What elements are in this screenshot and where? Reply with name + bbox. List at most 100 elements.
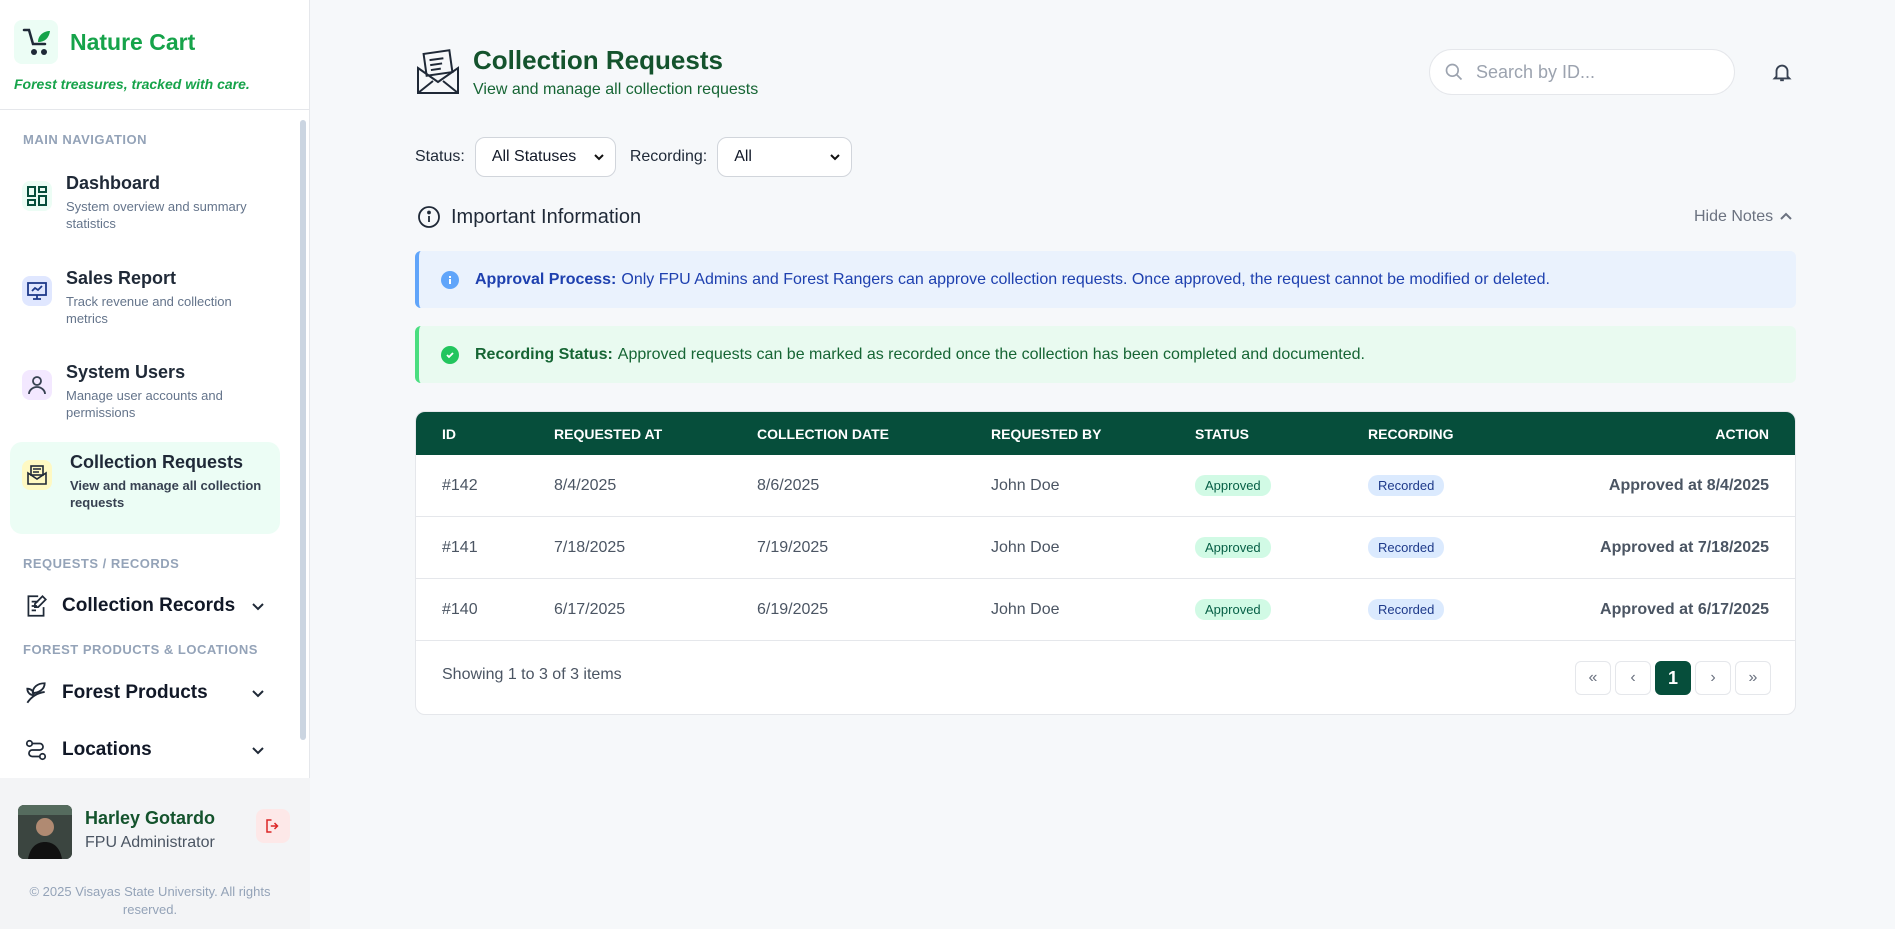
column-header-id: ID [442,425,456,442]
chevron-down-icon [830,154,840,161]
hide-notes-button[interactable]: Hide Notes [1694,208,1793,226]
sidebar-item-title: Dashboard [66,173,161,193]
column-header-action: ACTION [1715,425,1769,442]
status-badge: Approved [1195,599,1271,620]
avatar [18,805,72,859]
column-header-collection-date: COLLECTION DATE [757,425,889,442]
search-box[interactable] [1429,49,1735,95]
recording-filter-label: Recording: [629,148,708,165]
chevron-down-icon [248,596,268,616]
status-badge: Approved [1195,475,1271,496]
nav-scroll-area: MAIN NAVIGATION Dashboard System overvie… [0,120,300,775]
search-input[interactable] [1476,61,1706,83]
recording-select[interactable]: All [717,137,853,177]
requests-records-label: REQUESTS / RECORDS [23,556,180,571]
cell-collection-date: 6/19/2025 [757,600,829,618]
hide-notes-label: Hide Notes [1694,208,1774,225]
chevron-down-icon [594,154,604,161]
sidebar-group-forest-products[interactable]: Forest Products [10,673,280,713]
sidebar-item-dashboard[interactable]: Dashboard System overview and summary st… [10,163,280,242]
approval-note-label: Approval Process: [475,270,617,288]
page-button[interactable]: 1 [1655,661,1691,695]
check-circle-icon [441,345,459,364]
column-header-requested-at: REQUESTED AT [554,425,663,442]
recording-badge: Recorded [1368,475,1445,496]
prev-page-button[interactable]: ‹ [1615,661,1651,695]
sidebar-group-title: Forest Products [62,682,208,703]
cell-requested-at: 6/17/2025 [554,600,626,618]
envelope-icon [22,460,52,490]
table-row[interactable]: #140 6/17/2025 6/19/2025 John Doe Approv… [416,579,1795,641]
profile-role: FPU Administrator [85,834,215,851]
sidebar: Nature Cart Forest treasures, tracked wi… [0,0,310,929]
pagination: « ‹ 1 › » [1575,661,1771,695]
recording-note-label: Recording Status: [475,345,613,363]
copyright-text: © 2025 Visayas State University. All rig… [29,884,271,917]
column-header-recording: RECORDING [1368,425,1454,442]
table-footer: Showing 1 to 3 of 3 items « ‹ 1 › » [416,641,1795,714]
info-icon [441,270,459,289]
chevron-right-icon: › [1710,669,1716,686]
info-circle-icon [418,206,440,228]
envelope-letter-icon [415,48,461,96]
document-edit-icon [22,592,50,620]
sidebar-group-collection-records[interactable]: Collection Records [10,586,280,626]
cell-collection-date: 7/19/2025 [757,538,829,556]
page-subtitle: View and manage all collection requests [473,81,759,98]
route-map-icon [22,736,50,764]
cell-action: Approved at 6/17/2025 [1600,600,1769,618]
chevron-left-icon: ‹ [1630,669,1636,686]
important-info-header: Important Information [417,205,641,229]
bell-icon [1772,64,1792,82]
approval-note-text: Only FPU Admins and Forest Rangers can a… [621,270,1550,288]
sidebar-item-title: Collection Requests [70,452,244,472]
brand-tagline: Forest treasures, tracked with care. [14,76,250,92]
logout-icon [266,819,279,833]
chevron-down-icon [248,740,268,760]
sidebar-item-system-users[interactable]: System Users Manage user accounts and pe… [10,352,280,431]
brand: Nature Cart Forest treasures, tracked wi… [0,0,309,110]
notification-bell-button[interactable] [1768,58,1796,86]
scrollbar-thumb[interactable] [300,120,306,740]
requests-table: ID REQUESTED AT COLLECTION DATE REQUESTE… [415,411,1796,715]
search-icon [1445,63,1463,81]
cell-collection-date: 8/6/2025 [757,476,820,494]
cell-action: Approved at 8/4/2025 [1608,476,1769,494]
table-row[interactable]: #141 7/18/2025 7/19/2025 John Doe Approv… [416,517,1795,579]
sidebar-item-collection-requests[interactable]: Collection Requests View and manage all … [10,442,280,534]
sidebar-scrollbar[interactable] [299,120,307,775]
sidebar-item-sales-report[interactable]: Sales Report Track revenue and collectio… [10,258,280,337]
table-header: ID REQUESTED AT COLLECTION DATE REQUESTE… [416,412,1795,455]
recording-status-note: Recording Status: Approved requests can … [415,326,1796,383]
next-page-button[interactable]: › [1695,661,1731,695]
cart-logo-icon [14,20,58,64]
cell-id: #141 [442,538,478,556]
first-page-button[interactable]: « [1575,661,1611,695]
approval-process-note: Approval Process: Only FPU Admins and Fo… [415,251,1796,308]
sidebar-item-desc: Track revenue and collection metrics [66,294,232,326]
chevron-up-icon [1780,212,1792,220]
sidebar-group-title: Collection Records [62,595,236,616]
cell-requested-at: 7/18/2025 [554,538,626,556]
logout-button[interactable] [256,809,290,843]
presentation-chart-icon [22,276,52,306]
double-chevron-right-icon: » [1748,669,1758,686]
column-header-status: STATUS [1195,425,1249,442]
cell-id: #140 [442,600,478,618]
cell-requested-by: John Doe [991,600,1060,618]
table-row[interactable]: #142 8/4/2025 8/6/2025 John Doe Approved… [416,455,1795,517]
status-select[interactable]: All Statuses [474,137,616,177]
cell-id: #142 [442,476,478,494]
sidebar-item-title: Sales Report [66,268,177,288]
forest-locations-label: FOREST PRODUCTS & LOCATIONS [23,642,258,657]
last-page-button[interactable]: » [1735,661,1771,695]
recording-badge: Recorded [1368,537,1445,558]
sidebar-item-desc: View and manage all collection requests [70,478,262,510]
main-content: Collection Requests View and manage all … [310,0,1895,929]
user-icon [22,370,52,400]
column-header-requested-by: REQUESTED BY [991,425,1102,442]
sidebar-group-locations[interactable]: Locations [10,730,280,770]
sidebar-item-desc: System overview and summary statistics [66,199,247,231]
filters-bar: Status: All Statuses Recording: All [415,137,866,177]
sprout-icon [22,679,50,707]
